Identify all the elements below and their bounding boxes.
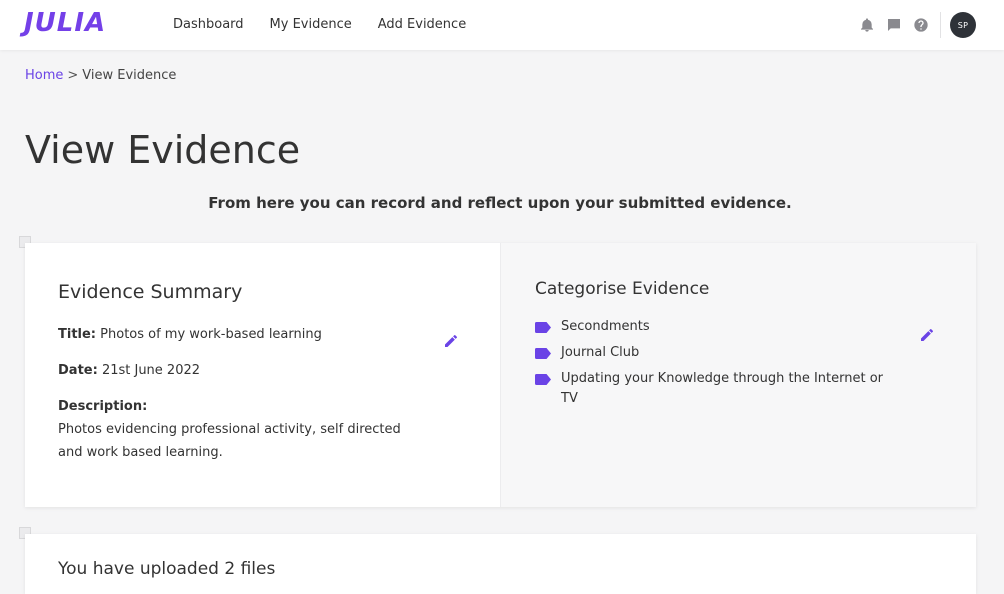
category-item: Updating your Knowledge through the Inte… (535, 369, 895, 409)
categorise-evidence-panel: Categorise Evidence Secondments Journal … (501, 243, 976, 507)
evidence-date-field: Date: 21st June 2022 (58, 361, 200, 381)
evidence-description-value: Photos evidencing professional activity,… (58, 422, 401, 460)
nav-dashboard[interactable]: Dashboard (173, 15, 244, 35)
tag-icon (535, 374, 551, 385)
evidence-title-field: Title: Photos of my work-based learning (58, 325, 322, 345)
bell-icon[interactable] (858, 16, 876, 34)
tag-icon (535, 348, 551, 359)
uploaded-files-heading: You have uploaded 2 files (58, 559, 276, 579)
header-divider (940, 12, 941, 38)
nav-my-evidence[interactable]: My Evidence (270, 15, 352, 35)
pencil-icon (445, 334, 458, 347)
breadcrumb: Home > View Evidence (25, 66, 176, 86)
help-icon[interactable] (912, 16, 930, 34)
category-item: Secondments (535, 317, 895, 337)
category-label: Journal Club (561, 345, 640, 360)
edit-summary-button[interactable] (442, 332, 460, 350)
evidence-summary-heading: Evidence Summary (58, 281, 243, 303)
evidence-summary-panel: Evidence Summary Title: Photos of my wor… (25, 243, 501, 507)
evidence-description-label: Description: (58, 397, 147, 417)
uploaded-files-card: You have uploaded 2 files (25, 534, 976, 594)
description-label: Description: (58, 399, 148, 414)
tag-icon (535, 322, 551, 333)
edit-categories-button[interactable] (918, 326, 936, 344)
title-value: Photos of my work-based learning (100, 327, 322, 342)
breadcrumb-current: View Evidence (82, 68, 177, 83)
main-nav: Dashboard My Evidence Add Evidence (173, 0, 492, 50)
user-avatar[interactable]: SP (950, 12, 976, 38)
header-actions: SP (849, 0, 976, 50)
title-label: Title: (58, 327, 97, 342)
julia-logo[interactable]: JULIA (24, 8, 106, 38)
evidence-card: Evidence Summary Title: Photos of my wor… (25, 243, 976, 507)
date-value: 21st June 2022 (101, 363, 201, 378)
breadcrumb-home-link[interactable]: Home (25, 68, 63, 83)
category-label: Secondments (561, 319, 650, 334)
page-subtitle: From here you can record and reflect upo… (208, 194, 792, 212)
date-label: Date: (58, 363, 98, 378)
pencil-icon (921, 328, 934, 341)
category-label: Updating your Knowledge through the Inte… (561, 371, 884, 406)
breadcrumb-separator: > (67, 68, 79, 83)
chat-icon[interactable] (885, 16, 903, 34)
page-title: View Evidence (25, 128, 301, 172)
category-list: Secondments Journal Club Updating your K… (535, 317, 895, 415)
category-item: Journal Club (535, 343, 895, 363)
categorise-evidence-heading: Categorise Evidence (535, 279, 710, 299)
nav-add-evidence[interactable]: Add Evidence (378, 15, 466, 35)
top-navigation-bar: JULIA Dashboard My Evidence Add Evidence… (0, 0, 1004, 50)
